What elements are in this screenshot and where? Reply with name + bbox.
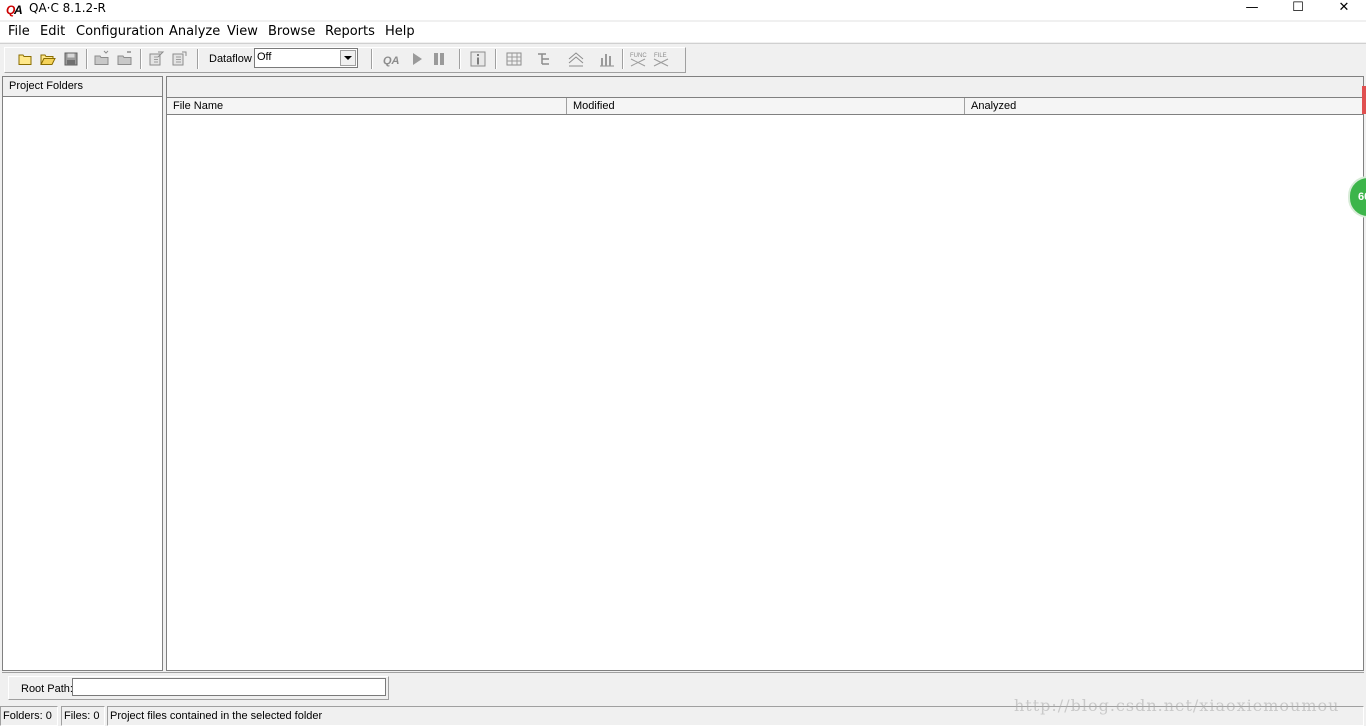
open-project-icon[interactable] <box>39 50 57 68</box>
pause-icon[interactable] <box>430 50 448 68</box>
run-icon[interactable] <box>408 50 426 68</box>
column-analyzed[interactable]: Analyzed <box>965 98 1363 114</box>
dataflow-dropdown-button[interactable] <box>340 50 356 66</box>
menu-help[interactable]: Help <box>385 24 415 39</box>
window-title: QA·C 8.1.2-R <box>29 1 106 15</box>
status-folders: Folders: 0 <box>0 706 58 726</box>
toolbar-separator <box>197 49 199 69</box>
histogram-icon[interactable] <box>598 50 616 68</box>
root-path-label: Root Path: <box>21 683 73 695</box>
toolbar-separator <box>371 49 373 69</box>
info-icon[interactable] <box>469 50 487 68</box>
file-list-panel: File Name Modified Analyzed <box>166 76 1364 671</box>
project-folders-tree[interactable] <box>3 97 162 670</box>
project-folders-panel: Project Folders <box>2 76 163 671</box>
column-analyzed-label: Analyzed <box>971 100 1017 112</box>
floating-badge-label: 60 <box>1358 191 1366 203</box>
title-bar: Q A QA·C 8.1.2-R — ☐ ✕ <box>0 0 1366 20</box>
status-files: Files: 0 <box>61 706 105 726</box>
menu-configuration[interactable]: Configuration <box>76 24 164 39</box>
chevron-down-icon <box>344 56 352 60</box>
svg-text:A: A <box>13 3 23 17</box>
project-folders-header: Project Folders <box>3 77 162 97</box>
dataflow-label: Dataflow <box>209 53 252 65</box>
project-folders-title: Project Folders <box>9 80 83 92</box>
status-files-text: Files: 0 <box>64 710 100 722</box>
minimize-button[interactable]: — <box>1229 0 1275 18</box>
qa-app-icon: Q A <box>6 3 23 17</box>
new-project-icon[interactable] <box>16 50 34 68</box>
close-button[interactable]: ✕ <box>1321 0 1366 18</box>
column-file-name-label: File Name <box>173 100 224 112</box>
status-message-text: Project files contained in the selected … <box>110 710 323 722</box>
relations-icon[interactable] <box>567 50 585 68</box>
svg-text:FUNC: FUNC <box>630 53 647 59</box>
toolbar-separator <box>459 49 461 69</box>
menu-file[interactable]: File <box>8 24 30 39</box>
save-icon[interactable] <box>62 50 80 68</box>
edit-icon[interactable] <box>147 50 165 68</box>
file-list-header: File Name Modified Analyzed <box>167 97 1363 115</box>
menu-edit[interactable]: Edit <box>40 24 65 39</box>
watermark: http://blog.csdn.net/xiaoxiemoumou <box>1014 696 1340 715</box>
menu-reports[interactable]: Reports <box>325 24 375 39</box>
dataflow-select[interactable]: Off <box>254 48 358 68</box>
call-tree-icon[interactable] <box>536 50 554 68</box>
menu-bar: File Edit Configuration Analyze View Bro… <box>0 22 1366 42</box>
column-file-name[interactable]: File Name <box>167 98 567 114</box>
toolbar-separator <box>140 49 142 69</box>
root-path-input[interactable] <box>72 678 386 696</box>
toolbar-separator <box>622 49 624 69</box>
func-xref-icon[interactable]: FUNC <box>629 50 647 68</box>
column-modified[interactable]: Modified <box>567 98 965 114</box>
toolbar-separator <box>495 49 497 69</box>
side-tab <box>1362 86 1366 114</box>
svg-text:FILE: FILE <box>654 53 667 59</box>
export-icon[interactable] <box>170 50 188 68</box>
add-files-icon[interactable] <box>93 50 111 68</box>
remove-files-icon[interactable] <box>116 50 134 68</box>
dataflow-value: Off <box>257 51 272 63</box>
menu-view[interactable]: View <box>227 24 258 39</box>
status-folders-text: Folders: 0 <box>3 710 52 722</box>
column-modified-label: Modified <box>573 100 615 112</box>
toolbar: Dataflow QA FUNC FILE <box>0 43 1366 73</box>
menu-analyze[interactable]: Analyze <box>169 24 220 39</box>
toolbar-separator <box>86 49 88 69</box>
svg-text:QA: QA <box>383 55 400 67</box>
file-xref-icon[interactable]: FILE <box>652 50 670 68</box>
qa-analyze-icon[interactable]: QA <box>383 50 401 68</box>
maximize-button[interactable]: ☐ <box>1275 0 1321 18</box>
menu-browse[interactable]: Browse <box>268 24 315 39</box>
file-list[interactable] <box>167 115 1363 670</box>
grid-icon[interactable] <box>505 50 523 68</box>
